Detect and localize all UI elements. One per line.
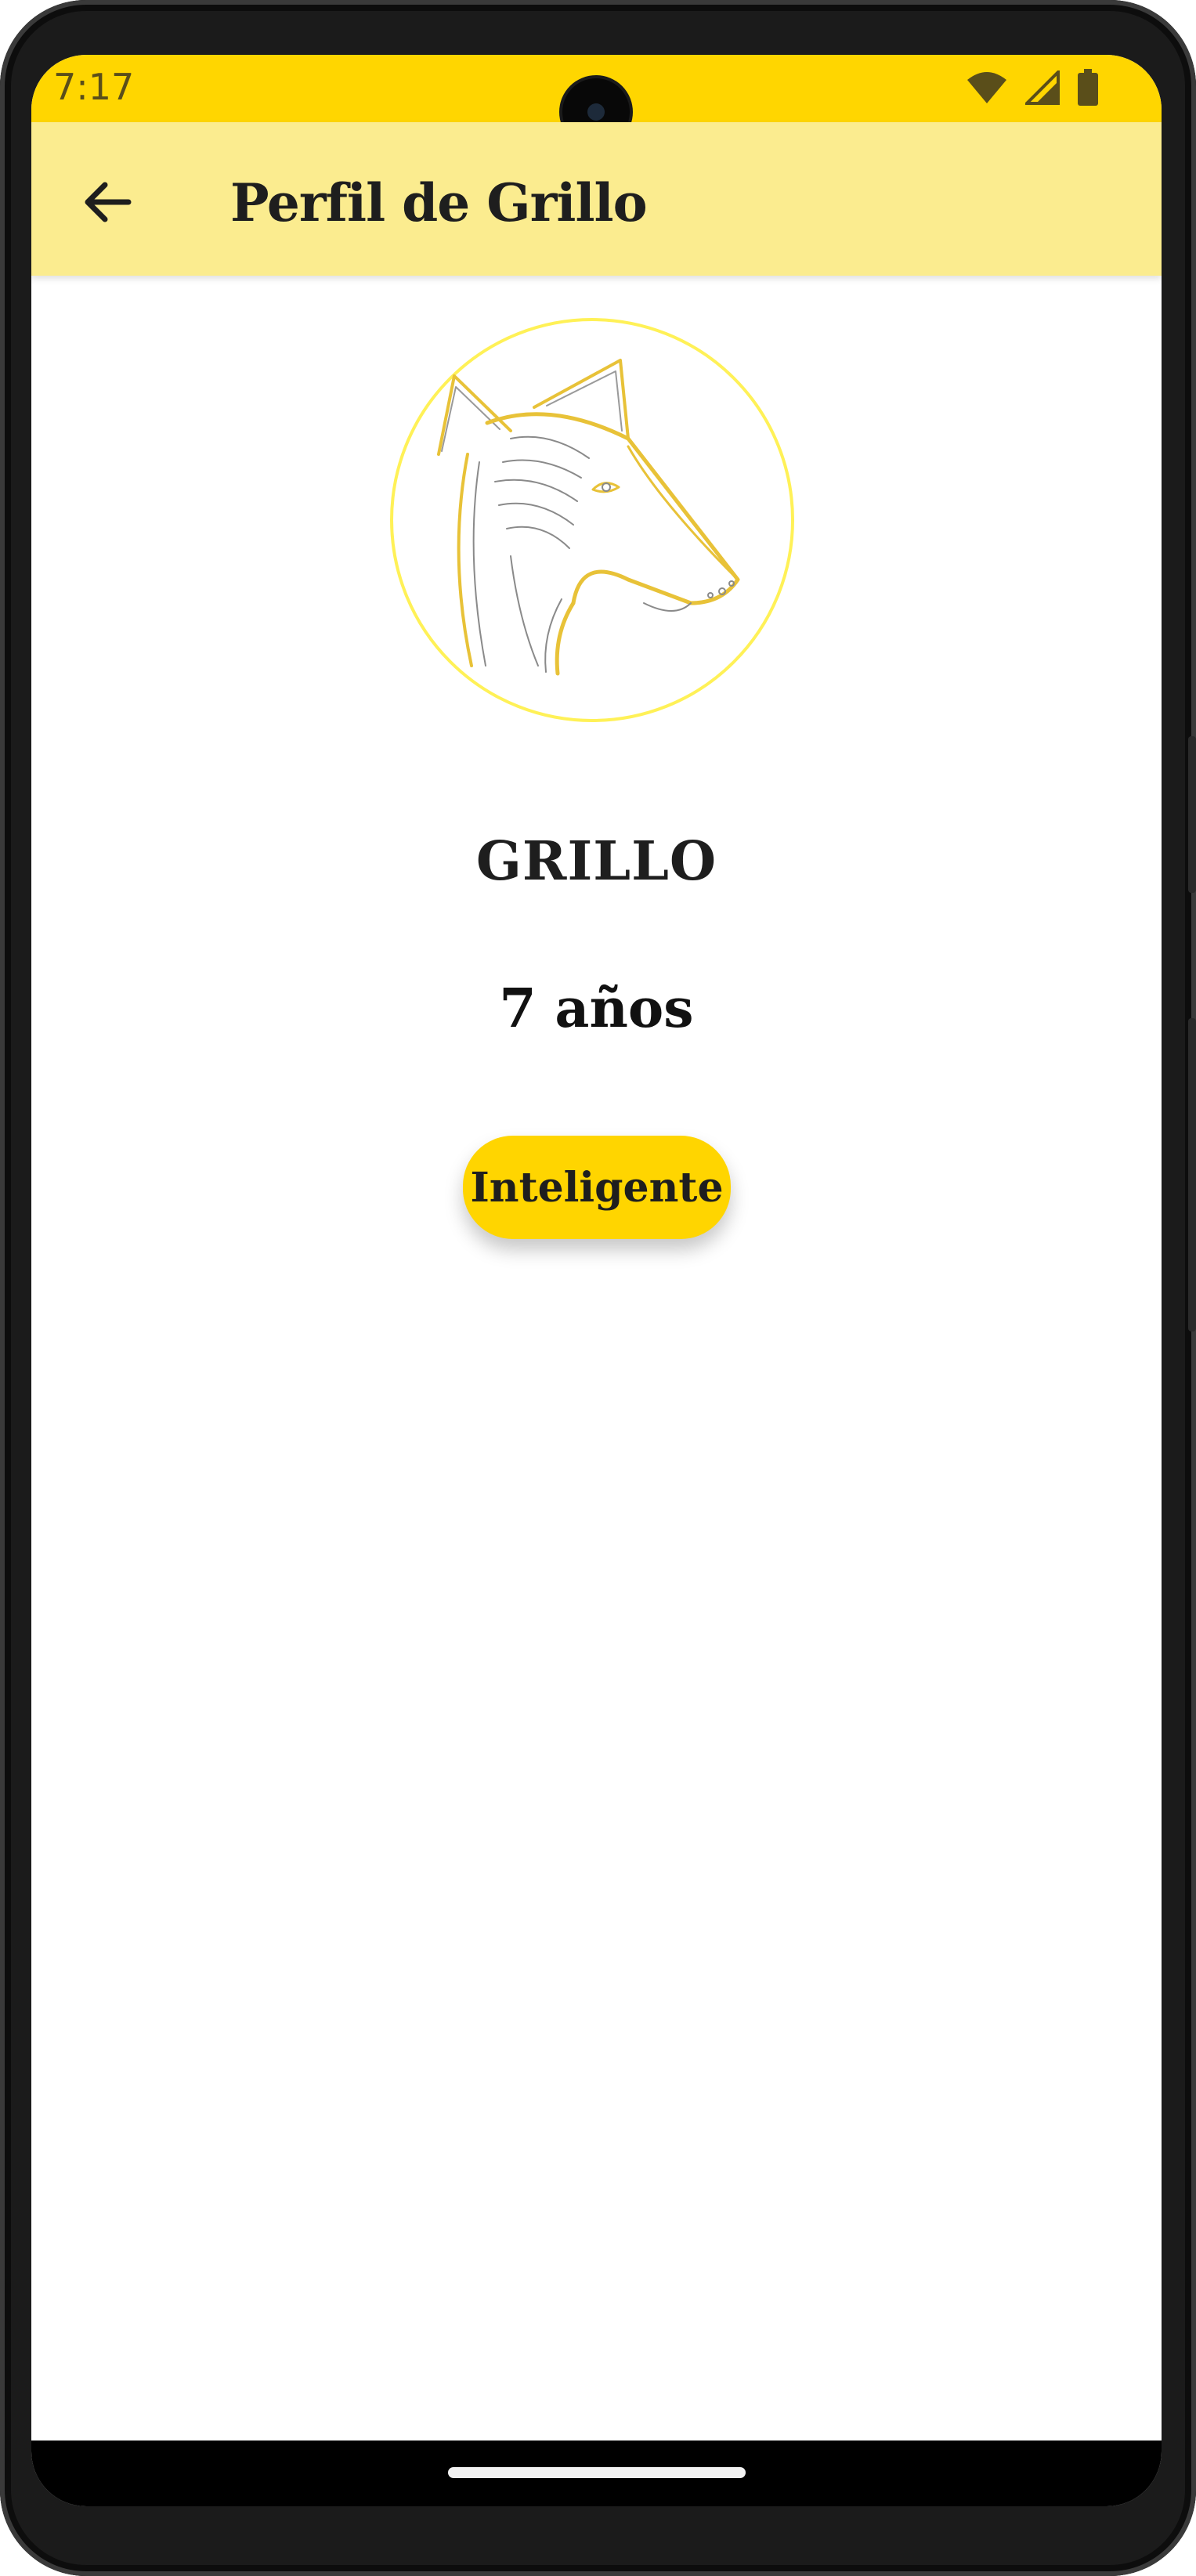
battery-icon <box>1078 69 1098 106</box>
pet-name: GRILLO <box>475 830 717 893</box>
navigation-bar <box>31 2441 1162 2506</box>
dog-line-art-image <box>437 359 740 676</box>
home-gesture-handle[interactable] <box>448 2467 746 2478</box>
power-button <box>1188 736 1196 893</box>
pet-age: 7 años <box>499 977 694 1040</box>
arrow-back-icon <box>85 182 132 222</box>
phone-frame: 7:17 Perfil de Grillo GRILLO 7 años Inte… <box>0 0 1196 2576</box>
volume-button <box>1188 1018 1196 1331</box>
pet-avatar <box>390 318 794 722</box>
status-icons <box>966 69 1099 107</box>
trait-chip[interactable]: Inteligente <box>463 1136 731 1239</box>
wifi-icon <box>967 72 1006 103</box>
page-title: Perfil de Grillo <box>230 172 648 233</box>
back-button[interactable] <box>77 171 139 233</box>
status-time: 7:17 <box>53 66 135 108</box>
signal-icon <box>1025 70 1060 105</box>
app-bar: Perfil de Grillo <box>31 122 1162 276</box>
screen: 7:17 Perfil de Grillo GRILLO 7 años Inte… <box>31 55 1162 2506</box>
